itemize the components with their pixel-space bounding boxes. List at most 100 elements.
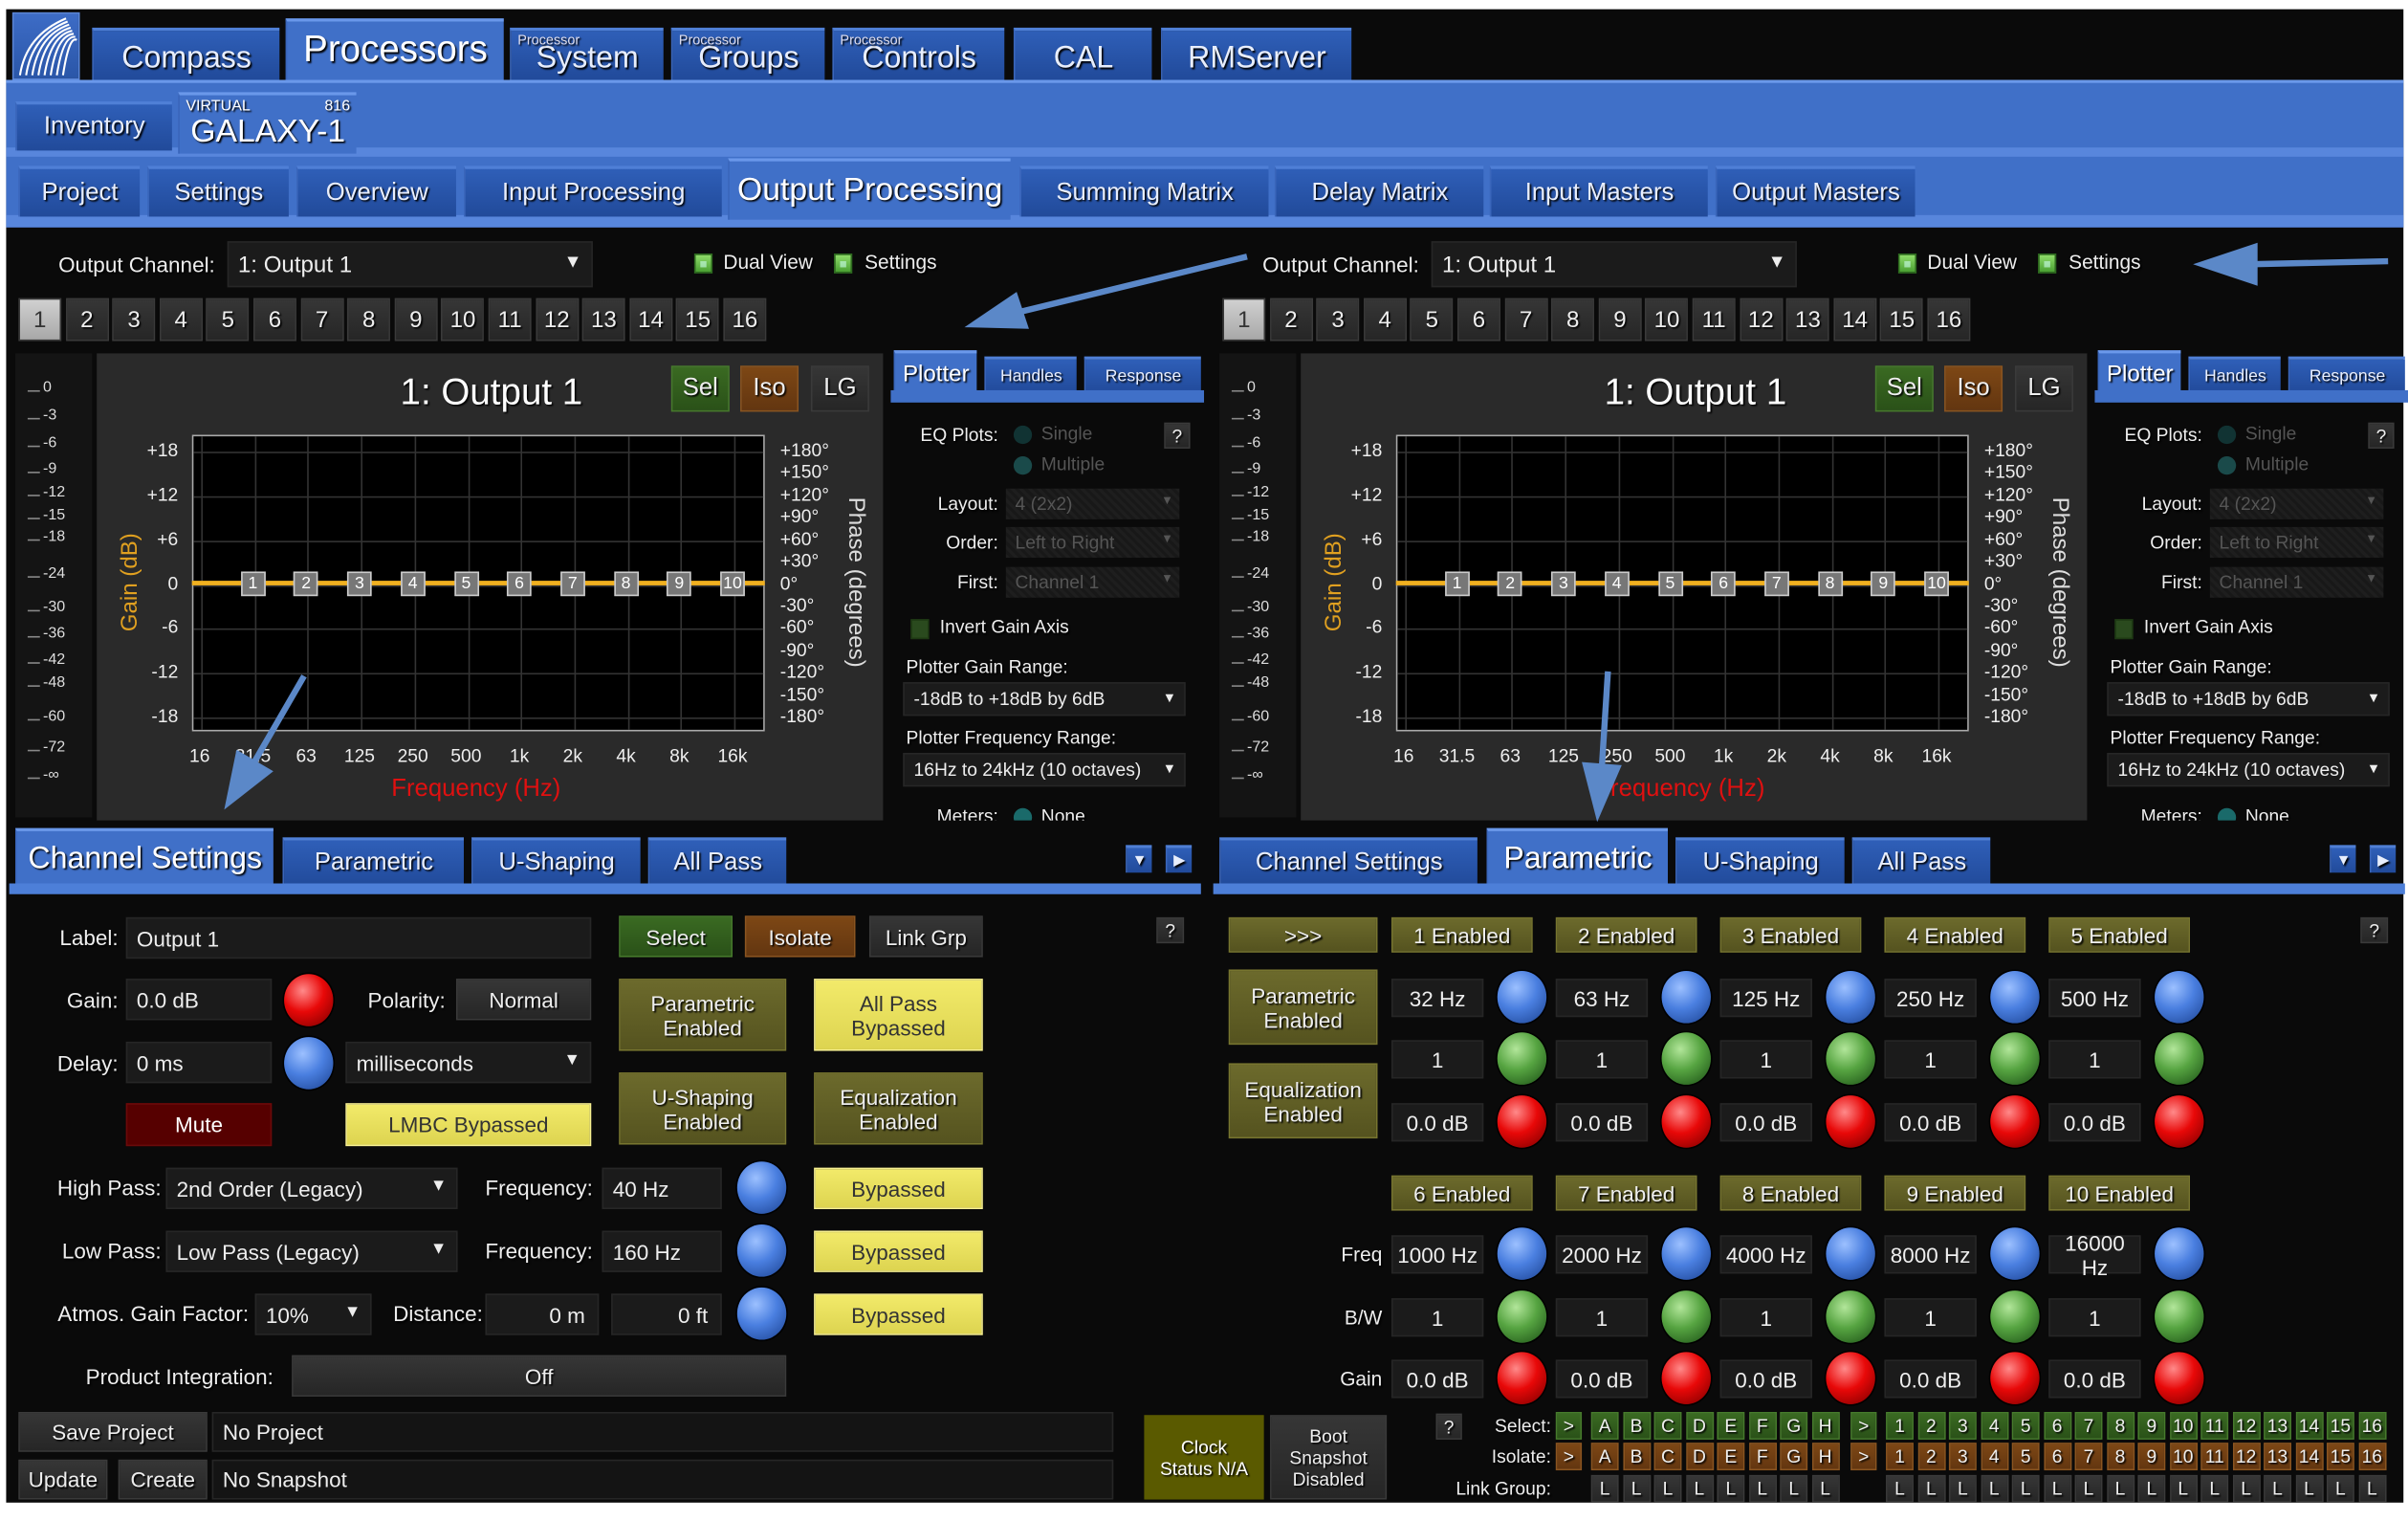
link-group-F[interactable]: L xyxy=(1748,1474,1777,1503)
collapse-button[interactable]: ▼ xyxy=(2330,845,2356,873)
band-10-bw-input[interactable]: 1 xyxy=(2048,1298,2141,1337)
editor-tab-all-pass[interactable]: All Pass xyxy=(1851,837,1991,887)
band-4-freq-knob[interactable] xyxy=(1990,971,2040,1024)
link-group-15[interactable]: L xyxy=(2326,1474,2354,1503)
eq-band-handle-8[interactable]: 8 xyxy=(1817,570,1843,596)
band-6-gain-knob[interactable] xyxy=(1497,1352,1547,1404)
link-group-H[interactable]: L xyxy=(1811,1474,1840,1503)
channel-button-11[interactable]: 11 xyxy=(1692,298,1736,342)
channel-button-4[interactable]: 4 xyxy=(159,298,203,342)
band-8-gain-knob[interactable] xyxy=(1826,1352,1875,1404)
link-group-4[interactable]: L xyxy=(1980,1474,2008,1503)
plotter-tab-response[interactable]: Response xyxy=(2288,356,2405,394)
link-group-C[interactable]: L xyxy=(1653,1474,1682,1503)
link-group-16[interactable]: L xyxy=(2357,1474,2386,1503)
layout-select[interactable]: 4 (2x2) ▼ xyxy=(1005,488,1180,519)
link-group-button[interactable]: Link Grp xyxy=(868,915,983,958)
link-group-3[interactable]: L xyxy=(1948,1474,1977,1503)
select-group-13[interactable]: 13 xyxy=(2264,1412,2292,1440)
single-radio[interactable] xyxy=(1013,425,1033,445)
isolate-group-F[interactable]: F xyxy=(1748,1443,1777,1471)
isolate-group-11[interactable]: 11 xyxy=(2200,1443,2229,1471)
editor-tab-parametric[interactable]: Parametric xyxy=(1486,827,1669,887)
band-1-enable-button[interactable]: 1 Enabled xyxy=(1390,916,1533,953)
parametric-help-button[interactable]: ? xyxy=(2360,916,2389,944)
eq-band-handle-4[interactable]: 4 xyxy=(1604,570,1630,596)
band-1-gain-input[interactable]: 0.0 dB xyxy=(1390,1103,1484,1142)
eq-band-handle-7[interactable]: 7 xyxy=(559,570,585,596)
select-group-G[interactable]: G xyxy=(1780,1412,1808,1440)
band-4-freq-input[interactable]: 250 Hz xyxy=(1884,979,1977,1018)
select-group-8[interactable]: 8 xyxy=(2106,1412,2134,1440)
collapse-button[interactable]: ▼ xyxy=(1126,845,1152,873)
plotter-help-button[interactable]: ? xyxy=(2368,422,2395,449)
meters-radio[interactable] xyxy=(2217,807,2237,821)
band-1-freq-input[interactable]: 32 Hz xyxy=(1390,979,1484,1018)
link-group-5[interactable]: L xyxy=(2011,1474,2040,1503)
select-group-E[interactable]: E xyxy=(1717,1412,1745,1440)
atmos-gain-select[interactable]: 10% ▼ xyxy=(254,1293,372,1335)
freq-range-select[interactable]: 16Hz to 24kHz (10 octaves) ▼ xyxy=(2107,752,2390,787)
band-2-gain-input[interactable]: 0.0 dB xyxy=(1555,1103,1649,1142)
plotter-tab-plotter[interactable]: Plotter xyxy=(893,350,977,394)
select-group-2[interactable]: 2 xyxy=(1916,1412,1945,1440)
plot-lg-button[interactable]: LG xyxy=(2014,365,2073,412)
band-2-bw-input[interactable]: 1 xyxy=(1555,1040,1649,1079)
channel-button-2[interactable]: 2 xyxy=(1269,298,1313,342)
isolate-group-7[interactable]: 7 xyxy=(2074,1443,2103,1471)
single-radio[interactable] xyxy=(2217,425,2237,445)
select-group-16[interactable]: 16 xyxy=(2357,1412,2386,1440)
channel-button-3[interactable]: 3 xyxy=(112,298,156,342)
plotter-tab-handles[interactable]: Handles xyxy=(984,356,1077,394)
order-select[interactable]: Left to Right ▼ xyxy=(1005,526,1180,559)
band-8-gain-input[interactable]: 0.0 dB xyxy=(1719,1359,1812,1399)
delay-knob[interactable] xyxy=(284,1037,334,1090)
multiple-radio[interactable] xyxy=(1013,456,1033,475)
isolate-group-9[interactable]: 9 xyxy=(2137,1443,2166,1471)
editor-tab-channel-settings[interactable]: Channel Settings xyxy=(1219,837,1478,887)
band-5-bw-knob[interactable] xyxy=(2155,1032,2204,1085)
isolate-group-A[interactable]: A xyxy=(1590,1443,1619,1471)
isolate-group-10[interactable]: 10 xyxy=(2169,1443,2198,1471)
eq-band-handle-4[interactable]: 4 xyxy=(400,570,426,596)
isolate-group-16[interactable]: 16 xyxy=(2357,1443,2386,1471)
plotter-tab-response[interactable]: Response xyxy=(1084,356,1201,394)
link-group-11[interactable]: L xyxy=(2200,1474,2229,1503)
channel-button-9[interactable]: 9 xyxy=(394,298,438,342)
channel-button-7[interactable]: 7 xyxy=(300,298,344,342)
plot-sel-button[interactable]: Sel xyxy=(1874,365,1934,412)
isolate-group-C[interactable]: C xyxy=(1653,1443,1682,1471)
band-5-enable-button[interactable]: 5 Enabled xyxy=(2048,916,2191,953)
band-9-freq-knob[interactable] xyxy=(1990,1227,2040,1280)
select-button[interactable]: Select xyxy=(619,915,733,958)
low-pass-select[interactable]: Low Pass (Legacy) ▼ xyxy=(165,1230,458,1272)
link-group-13[interactable]: L xyxy=(2264,1474,2292,1503)
band-4-bw-input[interactable]: 1 xyxy=(1884,1040,1977,1079)
editor-tab-u-shaping[interactable]: U-Shaping xyxy=(471,837,641,887)
distance-ft-input[interactable]: 0 ft xyxy=(611,1293,722,1335)
channel-button-5[interactable]: 5 xyxy=(1410,298,1454,342)
eq-band-handle-5[interactable]: 5 xyxy=(1657,570,1683,596)
eq-band-handle-6[interactable]: 6 xyxy=(1711,570,1736,596)
isolate-group-3[interactable]: 3 xyxy=(1948,1443,1977,1471)
eq-band-handle-2[interactable]: 2 xyxy=(294,570,319,596)
band-7-gain-knob[interactable] xyxy=(1661,1352,1711,1404)
select-group-5[interactable]: 5 xyxy=(2011,1412,2040,1440)
eq-band-handle-1[interactable]: 1 xyxy=(1444,570,1470,596)
channel-button-16[interactable]: 16 xyxy=(723,298,767,342)
lmbc-button[interactable]: LMBC Bypassed xyxy=(345,1103,592,1147)
equalization-enabled-button[interactable]: Equalization Enabled xyxy=(1228,1063,1378,1139)
layout-select[interactable]: 4 (2x2) ▼ xyxy=(2209,488,2384,519)
channel-button-13[interactable]: 13 xyxy=(1785,298,1829,342)
band-5-bw-input[interactable]: 1 xyxy=(2048,1040,2141,1079)
band-2-gain-knob[interactable] xyxy=(1661,1095,1711,1148)
channel-button-3[interactable]: 3 xyxy=(1316,298,1360,342)
isolate-group-12[interactable]: 12 xyxy=(2232,1443,2261,1471)
select-group-9[interactable]: 9 xyxy=(2137,1412,2166,1440)
band-6-freq-input[interactable]: 1000 Hz xyxy=(1390,1235,1484,1274)
low-pass-state-button[interactable]: Bypassed xyxy=(814,1230,983,1272)
link-group-12[interactable]: L xyxy=(2232,1474,2261,1503)
high-pass-frequency-input[interactable]: 40 Hz xyxy=(602,1167,722,1210)
gain-range-select[interactable]: -18dB to +18dB by 6dB ▼ xyxy=(2107,682,2390,716)
plot-lg-button[interactable]: LG xyxy=(810,365,869,412)
